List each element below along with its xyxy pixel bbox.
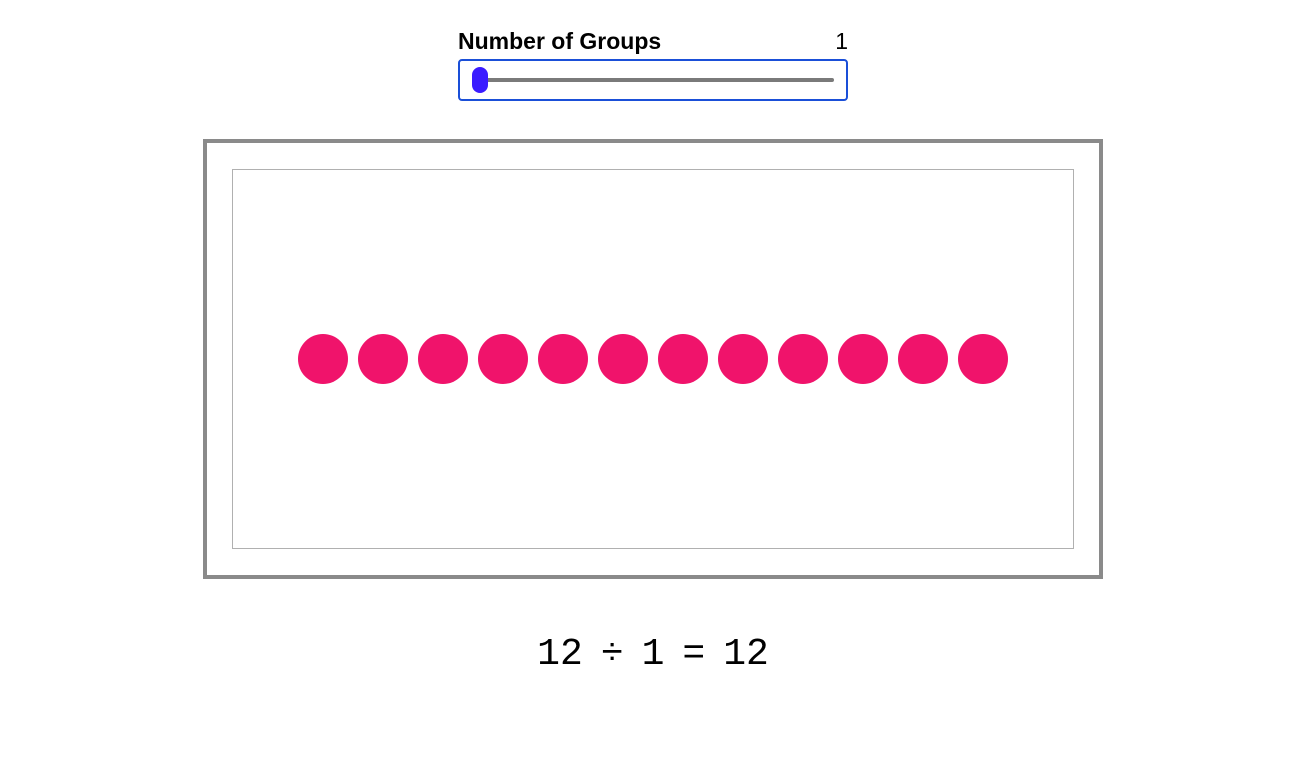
slider-track — [482, 78, 834, 82]
equation-divisor: 1 — [642, 633, 665, 676]
canvas-outer — [203, 139, 1103, 579]
group-box — [232, 169, 1074, 549]
dot — [538, 334, 588, 384]
dot — [658, 334, 708, 384]
dot — [358, 334, 408, 384]
slider-label: Number of Groups — [458, 28, 661, 55]
dot — [958, 334, 1008, 384]
groups-slider[interactable] — [458, 59, 848, 101]
equation-dividend: 12 — [537, 633, 583, 676]
equation: 12 ÷ 1 = 12 — [537, 633, 769, 676]
slider-header: Number of Groups 1 — [458, 28, 848, 55]
dot — [598, 334, 648, 384]
slider-value: 1 — [835, 28, 848, 55]
dot — [298, 334, 348, 384]
dot — [898, 334, 948, 384]
app-root: Number of Groups 1 12 ÷ 1 = 12 — [0, 0, 1306, 676]
dot — [478, 334, 528, 384]
slider-thumb[interactable] — [472, 67, 488, 93]
equals-icon: = — [682, 633, 705, 676]
dot — [418, 334, 468, 384]
dot — [718, 334, 768, 384]
dot — [838, 334, 888, 384]
equation-quotient: 12 — [723, 633, 769, 676]
divide-icon: ÷ — [601, 633, 624, 676]
dot — [778, 334, 828, 384]
